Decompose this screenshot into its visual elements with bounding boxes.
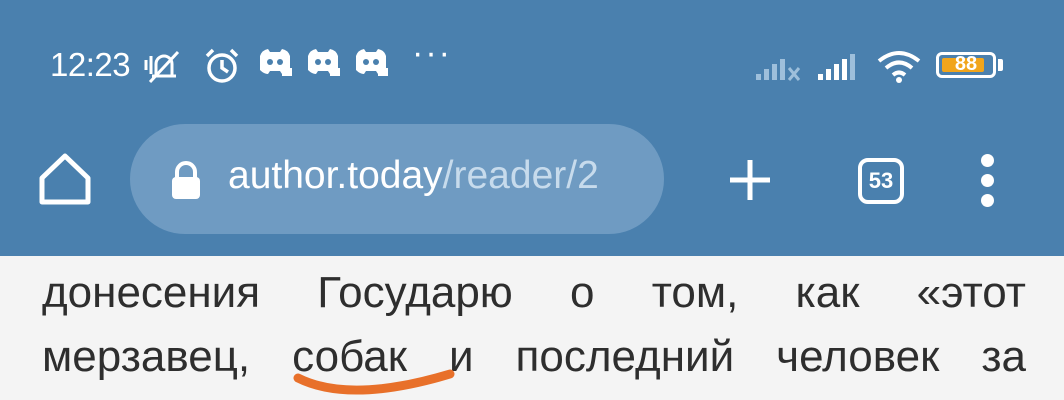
address-bar[interactable]: author.today/reader/2 <box>130 124 664 234</box>
article-line: мерзавец, собак и последний человек за <box>42 332 1026 382</box>
wifi-icon <box>877 51 921 83</box>
lock-icon <box>172 161 200 199</box>
word: человек <box>776 332 940 381</box>
battery-icon: 88 <box>936 52 996 78</box>
more-notifications-indicator: ··· <box>412 34 452 72</box>
tab-switcher-button[interactable]: 53 <box>858 158 904 204</box>
menu-dot-icon <box>981 194 994 207</box>
word: мерзавец, <box>42 332 251 381</box>
word: Государю <box>317 268 513 317</box>
home-button[interactable] <box>36 150 94 208</box>
new-tab-button[interactable] <box>726 156 774 204</box>
alarm-icon <box>205 48 239 83</box>
word: последний <box>515 332 735 381</box>
word: о <box>570 268 595 317</box>
status-time: 12:23 <box>50 46 131 83</box>
signal-sim2-icon <box>818 54 855 80</box>
browser-top-bar: 12:23 ··· 88 author.today/reader/2 53 <box>0 0 1064 256</box>
signal-sim1-icon <box>756 59 801 81</box>
mute-vibrate-icon <box>144 50 180 84</box>
article-line: донесения Государю о том, как «этот <box>42 268 1026 318</box>
word: донесения <box>42 268 261 317</box>
more-menu-button[interactable] <box>974 152 1002 208</box>
battery-level: 88 <box>954 53 978 75</box>
word: за <box>981 332 1026 381</box>
discord-icon <box>356 49 388 76</box>
url-text[interactable]: author.today/reader/2 <box>228 154 599 198</box>
url-path: /reader/2 <box>442 154 599 197</box>
word: том, <box>651 268 739 317</box>
discord-icon <box>260 49 292 76</box>
battery-cap <box>998 59 1003 71</box>
word: как <box>795 268 860 317</box>
discord-icon <box>308 49 340 76</box>
menu-dot-icon <box>981 174 994 187</box>
url-host: author.today <box>228 154 443 197</box>
menu-dot-icon <box>981 154 994 167</box>
status-bar: 12:23 ··· 88 <box>0 34 1064 92</box>
handwritten-underline-annotation <box>293 369 455 395</box>
word: «этот <box>916 268 1026 317</box>
article-content: донесения Государю о том, как «этот мерз… <box>0 256 1064 400</box>
